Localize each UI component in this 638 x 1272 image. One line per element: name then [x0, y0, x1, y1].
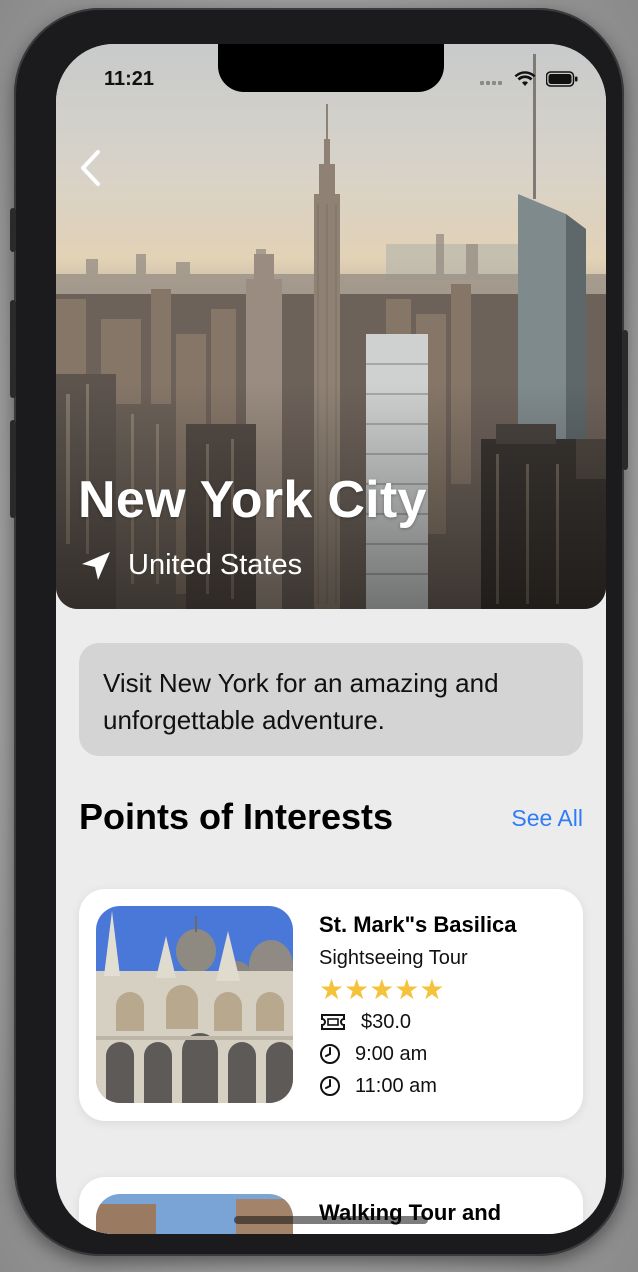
price-row: $30.0 — [319, 1006, 569, 1038]
home-indicator[interactable] — [234, 1216, 428, 1224]
rating-stars: ★★★★★ — [319, 974, 569, 1006]
clock-icon — [320, 1044, 340, 1064]
city-title: New York City — [78, 471, 427, 529]
mute-switch — [10, 208, 16, 252]
section-title: Points of Interests — [79, 796, 394, 837]
back-chevron-icon — [81, 150, 100, 186]
ticket-icon — [321, 1014, 345, 1030]
country-row: United States — [80, 549, 302, 582]
poi-card[interactable]: St. Mark"s Basilica Sightseeing Tour ★★★… — [79, 889, 583, 1121]
end-time-row: 11:00 am — [319, 1070, 569, 1102]
poi-name: Walking Tour and — [319, 1200, 502, 1225]
wifi-icon — [514, 70, 536, 93]
notch — [218, 44, 444, 92]
star-icon: ★★★★★ — [319, 974, 445, 1005]
poi-price: $30.0 — [361, 1011, 412, 1033]
clock-icon — [320, 1076, 340, 1096]
back-button[interactable] — [78, 148, 104, 193]
signal-icon — [480, 73, 504, 91]
poi-details: Walking Tour and — [319, 1197, 569, 1229]
volume-down-button — [10, 420, 16, 518]
poi-start-time: 9:00 am — [355, 1043, 428, 1065]
location-arrow-icon — [82, 551, 110, 580]
poi-details: St. Mark"s Basilica Sightseeing Tour ★★★… — [319, 909, 569, 1102]
battery-icon — [545, 71, 578, 92]
poi-card[interactable]: Walking Tour and — [79, 1177, 583, 1234]
phone-frame: 11:21 New York City United States Visit … — [10, 8, 628, 1256]
poi-name: St. Mark"s Basilica — [319, 912, 517, 937]
poi-image — [96, 1194, 293, 1234]
poi-image — [96, 906, 293, 1103]
poi-type: Sightseeing Tour — [319, 947, 468, 969]
status-time: 11:21 — [104, 68, 155, 90]
description-box: Visit New York for an amazing and unforg… — [79, 643, 583, 756]
status-icons — [480, 70, 578, 93]
start-time-row: 9:00 am — [319, 1038, 569, 1070]
app-screen: 11:21 New York City United States Visit … — [56, 44, 606, 1234]
volume-up-button — [10, 300, 16, 398]
power-button — [622, 330, 628, 470]
country-label: United States — [128, 549, 303, 581]
poi-end-time: 11:00 am — [355, 1075, 437, 1097]
see-all-link[interactable]: See All — [511, 805, 583, 832]
